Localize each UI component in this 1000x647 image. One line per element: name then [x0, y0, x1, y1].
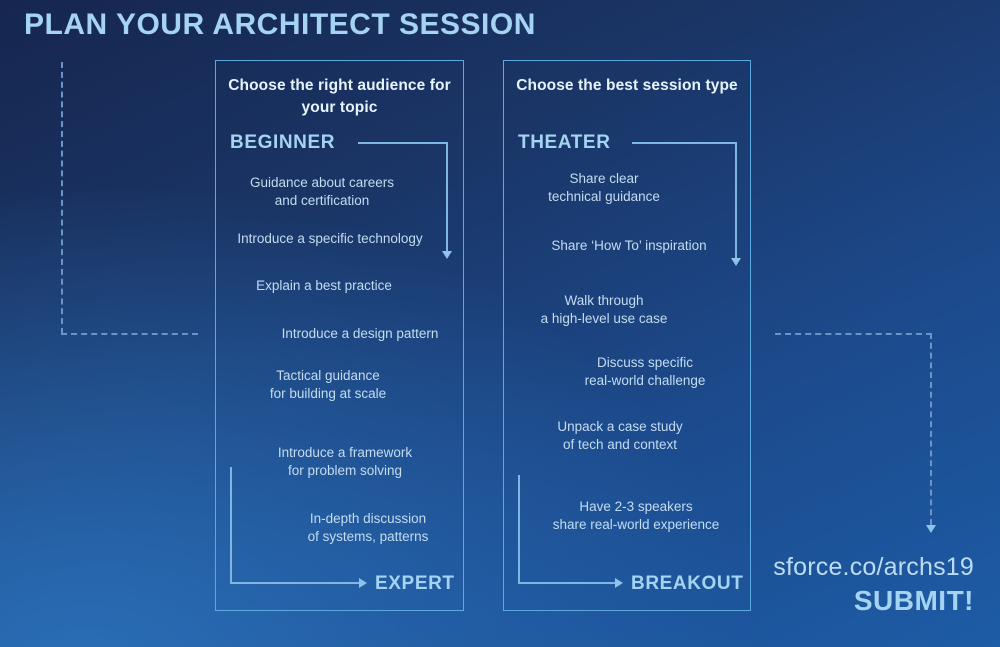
submit-label[interactable]: SUBMIT!: [773, 585, 974, 616]
connector-top-arrow-icon: [731, 258, 741, 266]
list-item: Introduce a design pattern: [281, 326, 439, 341]
infographic-canvas: Plan your architect session Choose the r…: [0, 0, 1000, 647]
list-item: Have 2-3 speakers share real-world exper…: [552, 499, 720, 532]
panel-session-type-start-label: THEATER: [518, 132, 611, 153]
connector-top-arrow-icon: [442, 251, 452, 259]
panel-audience: Choose the right audience for your topic…: [215, 60, 464, 611]
list-item: Unpack a case study of tech and context: [557, 419, 683, 452]
list-item: Share ‘How To’ inspiration: [551, 238, 707, 253]
connector-bottom-arrow-icon: [615, 578, 623, 588]
connector-bottom-arrow-icon: [359, 578, 367, 588]
page-title: Plan your architect session: [24, 8, 536, 41]
call-to-action[interactable]: sforce.co/archs19 SUBMIT!: [773, 553, 974, 616]
list-item: Explain a best practice: [256, 278, 392, 293]
connector-top-horizontal: [632, 142, 736, 144]
connector-bottom-horizontal: [518, 582, 616, 584]
list-item: Discuss specific real-world challenge: [584, 355, 706, 388]
decorative-dashed-line-left-horizontal: [61, 333, 198, 335]
panel-audience-start-label: BEGINNER: [230, 132, 336, 153]
connector-bottom-vertical: [230, 467, 232, 584]
list-item: Tactical guidance for building at scale: [269, 368, 387, 401]
decorative-dashed-arrow-icon: [926, 525, 936, 533]
panel-session-type: Choose the best session type THEATER Sha…: [503, 60, 751, 611]
connector-bottom-vertical: [518, 475, 520, 584]
submit-url[interactable]: sforce.co/archs19: [773, 553, 974, 581]
list-item: Guidance about careers and certification: [249, 175, 395, 208]
connector-top-vertical: [735, 142, 737, 260]
list-item: Introduce a specific technology: [237, 231, 423, 246]
list-item: Walk through a high-level use case: [540, 293, 668, 326]
connector-top-vertical: [446, 142, 448, 253]
list-item: In-depth discussion of systems, patterns: [307, 511, 429, 544]
panel-audience-end-label: EXPERT: [375, 573, 455, 594]
decorative-dashed-line-left-vertical: [61, 62, 63, 334]
list-item: Share clear technical guidance: [548, 171, 660, 204]
connector-top-horizontal: [358, 142, 447, 144]
list-item: Introduce a framework for problem solvin…: [277, 445, 413, 478]
panel-audience-header: Choose the right audience for your topic: [228, 77, 451, 116]
panel-session-type-end-label: BREAKOUT: [631, 573, 744, 594]
decorative-dashed-line-right-horizontal: [775, 333, 932, 335]
panel-session-type-header: Choose the best session type: [516, 77, 738, 94]
decorative-dashed-line-right-vertical: [930, 333, 932, 525]
connector-bottom-horizontal: [230, 582, 360, 584]
